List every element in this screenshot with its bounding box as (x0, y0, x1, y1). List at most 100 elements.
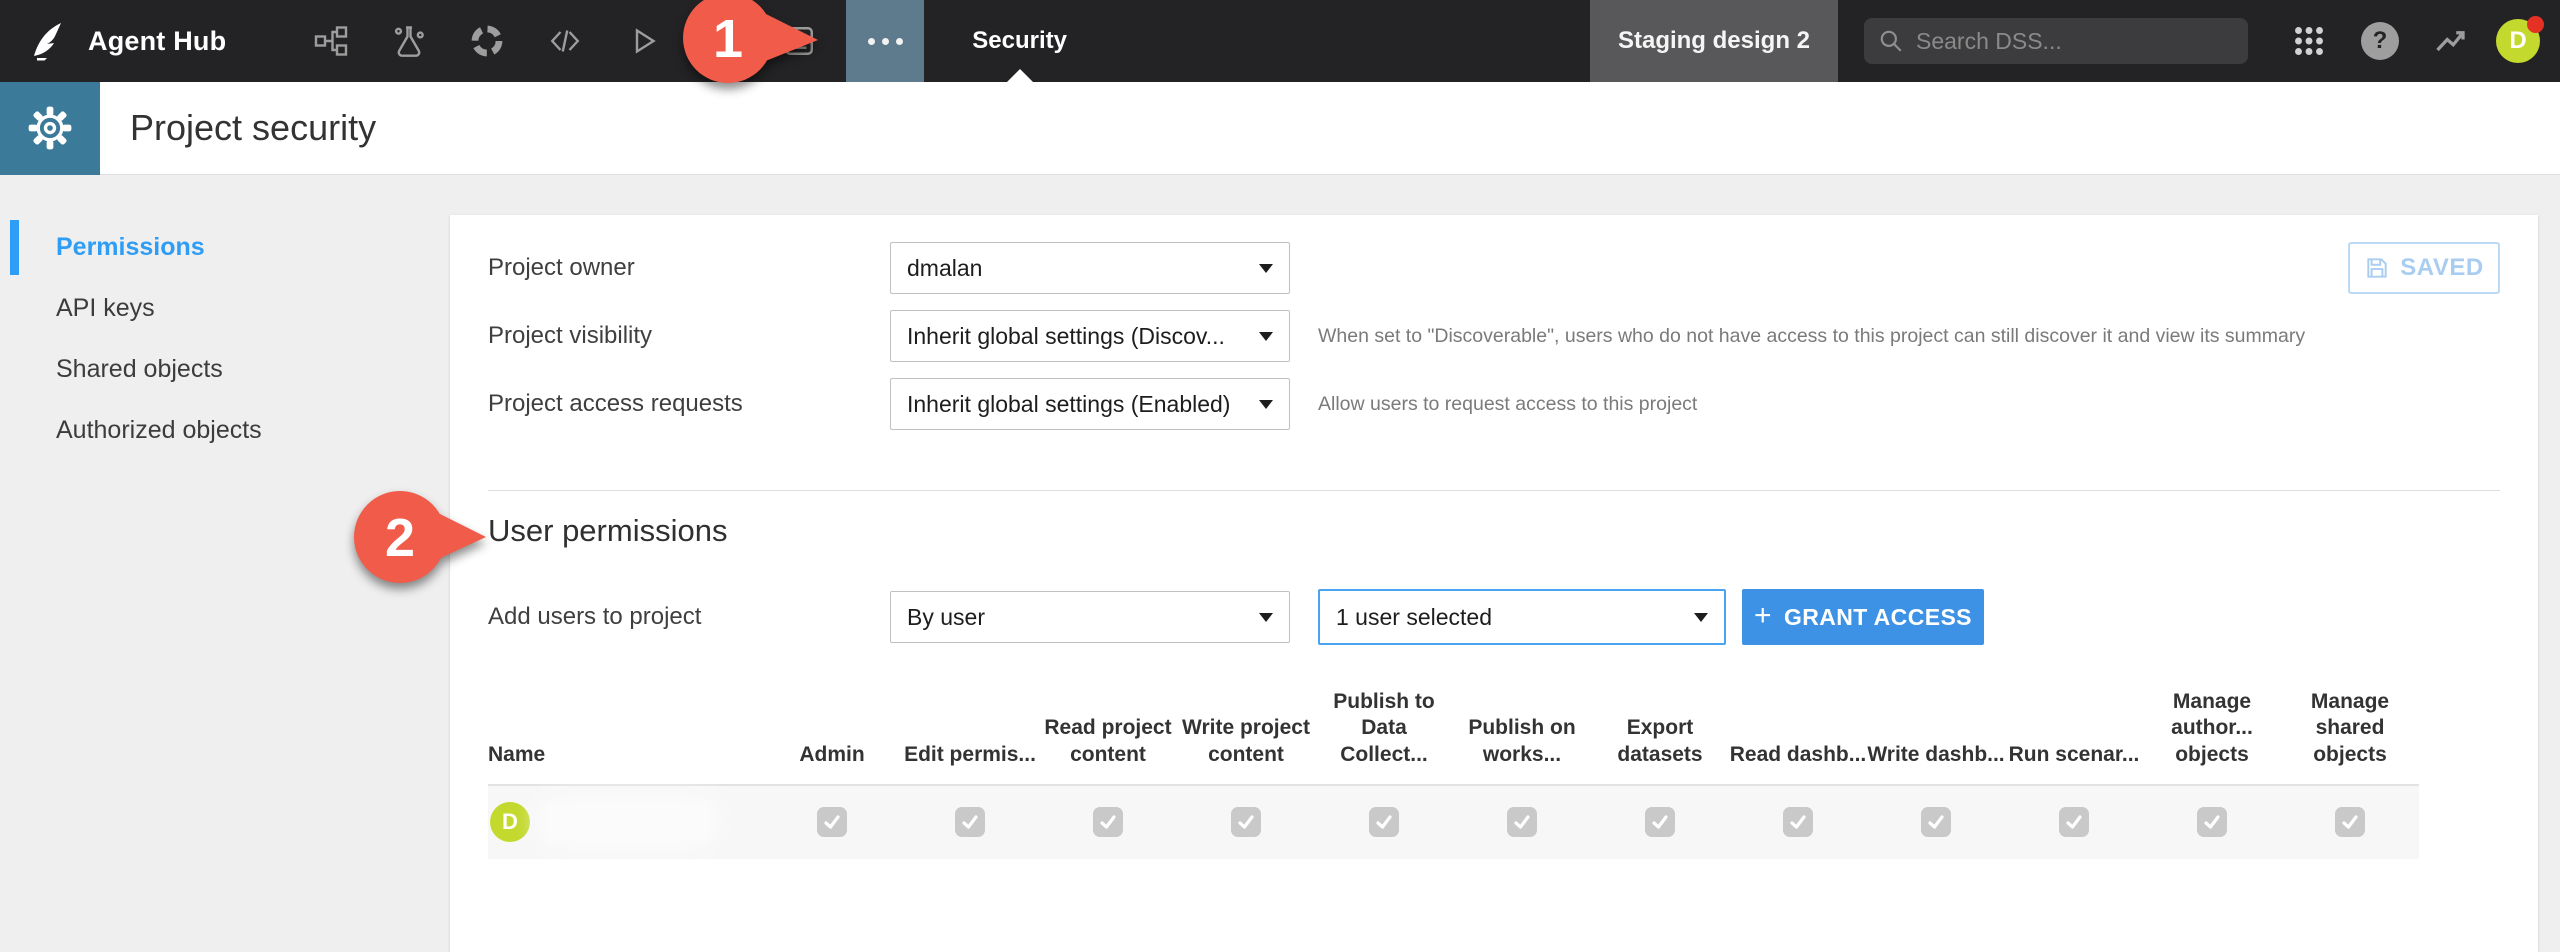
field-label: Project access requests (488, 390, 890, 418)
code-icon[interactable] (547, 23, 583, 59)
project-access-requests-row: Project access requests Inherit global s… (488, 370, 2500, 438)
more-menu-button[interactable] (846, 0, 924, 82)
project-owner-row: Project owner dmalan (488, 234, 2500, 302)
column-header-manage-shared-objects: Manage shared objects (2281, 689, 2419, 785)
column-header-read-project-content: Read project content (1039, 689, 1177, 785)
permission-cell-read-dashboards (1729, 785, 1867, 859)
user-permissions-heading: User permissions (488, 513, 2500, 549)
sidebar-item-authorized-objects[interactable]: Authorized objects (0, 400, 450, 461)
permission-checkbox[interactable] (2335, 807, 2365, 837)
nav-icon-group (292, 23, 838, 59)
save-floppy-icon (2364, 255, 2390, 281)
flow-icon[interactable] (313, 23, 349, 59)
permission-checkbox[interactable] (1369, 807, 1399, 837)
page-header: Project security (0, 82, 2560, 175)
column-header-edit-permissions: Edit permis... (901, 689, 1039, 785)
active-indicator-bar (10, 220, 19, 275)
column-header-write-dashboards: Write dashb... (1867, 689, 2005, 785)
chevron-down-icon (1259, 264, 1273, 273)
avatar-letter: D (2509, 27, 2526, 55)
activity-icon[interactable] (2433, 23, 2469, 59)
column-header-publish-data-collections: Publish to Data Collect... (1315, 689, 1453, 785)
user-row-avatar: D (490, 802, 530, 842)
page-title: Project security (130, 107, 376, 149)
dataiku-bird-logo (26, 17, 74, 65)
sidebar-item-permissions[interactable]: Permissions (0, 217, 450, 278)
active-tab-pointer (1007, 69, 1033, 82)
field-help-text: Allow users to request access to this pr… (1318, 393, 1697, 416)
search-input[interactable] (1916, 28, 2216, 55)
add-users-mode-select[interactable]: By user (890, 591, 1290, 643)
chevron-down-icon (1259, 400, 1273, 409)
permission-checkbox[interactable] (1093, 807, 1123, 837)
column-header-manage-authorized-objects: Manage author... objects (2143, 689, 2281, 785)
security-tab-label: Security (972, 27, 1067, 55)
page-body: Permissions API keys Shared objects Auth… (0, 176, 2560, 952)
chevron-down-icon (1694, 613, 1708, 622)
app-name[interactable]: Agent Hub (88, 26, 226, 57)
table-header-row: Name Admin Edit permis... Read project c… (488, 689, 2419, 785)
project-name-button[interactable]: Staging design 2 (1590, 0, 1838, 82)
permission-checkbox[interactable] (1645, 807, 1675, 837)
plus-icon: + (1754, 599, 1772, 633)
chevron-down-icon (1259, 332, 1273, 341)
permission-cell-run-scenarios (2005, 785, 2143, 859)
column-header-publish-workspaces: Publish on works... (1453, 689, 1591, 785)
field-label: Project owner (488, 254, 890, 282)
column-header-admin: Admin (763, 689, 901, 785)
add-users-row: Add users to project By user 1 user sele… (488, 589, 2500, 645)
project-access-requests-select[interactable]: Inherit global settings (Enabled) (890, 378, 1290, 430)
field-help-text: When set to "Discoverable", users who do… (1318, 325, 2305, 348)
help-icon[interactable]: ? (2361, 22, 2399, 60)
security-tab[interactable]: Security (926, 0, 1113, 82)
user-avatar[interactable]: D (2496, 19, 2540, 63)
add-users-label: Add users to project (488, 603, 890, 631)
saved-button[interactable]: SAVED (2348, 242, 2500, 294)
user-selection-select[interactable]: 1 user selected (1318, 589, 1726, 645)
permissions-table: Name Admin Edit permis... Read project c… (488, 689, 2419, 859)
permission-cell-edit (901, 785, 1039, 859)
permission-cell-read-content (1039, 785, 1177, 859)
search-icon (1878, 28, 1904, 54)
user-permission-row: D (488, 785, 2419, 859)
global-search (1864, 18, 2248, 64)
column-header-name: Name (488, 689, 763, 785)
permission-checkbox[interactable] (2197, 807, 2227, 837)
run-icon[interactable] (625, 23, 661, 59)
hidden-nav-icon (682, 23, 760, 59)
catalog-icon[interactable] (469, 23, 505, 59)
permission-cell-publish-workspaces (1453, 785, 1591, 859)
permission-checkbox[interactable] (1783, 807, 1813, 837)
notebook-icon[interactable] (781, 23, 817, 59)
permission-cell-export-datasets (1591, 785, 1729, 859)
sidebar-item-shared-objects[interactable]: Shared objects (0, 339, 450, 400)
redacted-user-name (544, 802, 712, 842)
permission-cell-manage-authorized (2143, 785, 2281, 859)
project-settings-form: Project owner dmalan Project visibility … (488, 215, 2500, 438)
field-label: Project visibility (488, 322, 890, 350)
sidebar-item-api-keys[interactable]: API keys (0, 278, 450, 339)
permission-cell-admin (763, 785, 901, 859)
permission-cell-write-dashboards (1867, 785, 2005, 859)
permission-cell-write-content (1177, 785, 1315, 859)
permission-checkbox[interactable] (955, 807, 985, 837)
permission-checkbox[interactable] (817, 807, 847, 837)
grant-access-button[interactable]: + GRANT ACCESS (1742, 589, 1984, 645)
notification-dot (2527, 16, 2544, 33)
project-owner-select[interactable]: dmalan (890, 242, 1290, 294)
column-header-read-dashboards: Read dashb... (1729, 689, 1867, 785)
permission-checkbox[interactable] (1921, 807, 1951, 837)
permission-checkbox[interactable] (2059, 807, 2089, 837)
top-nav: Agent Hub Security Staging design 2 (0, 0, 2560, 82)
chevron-down-icon (1259, 613, 1273, 622)
permission-checkbox[interactable] (1507, 807, 1537, 837)
project-visibility-select[interactable]: Inherit global settings (Discov... (890, 310, 1290, 362)
lab-icon[interactable] (391, 23, 427, 59)
apps-grid-icon[interactable] (2291, 23, 2327, 59)
user-name-cell: D (488, 785, 763, 859)
permissions-card: SAVED Project owner dmalan Project visib… (450, 215, 2538, 952)
section-divider (488, 490, 2500, 491)
permission-checkbox[interactable] (1231, 807, 1261, 837)
permission-cell-manage-shared (2281, 785, 2419, 859)
column-header-write-project-content: Write project content (1177, 689, 1315, 785)
